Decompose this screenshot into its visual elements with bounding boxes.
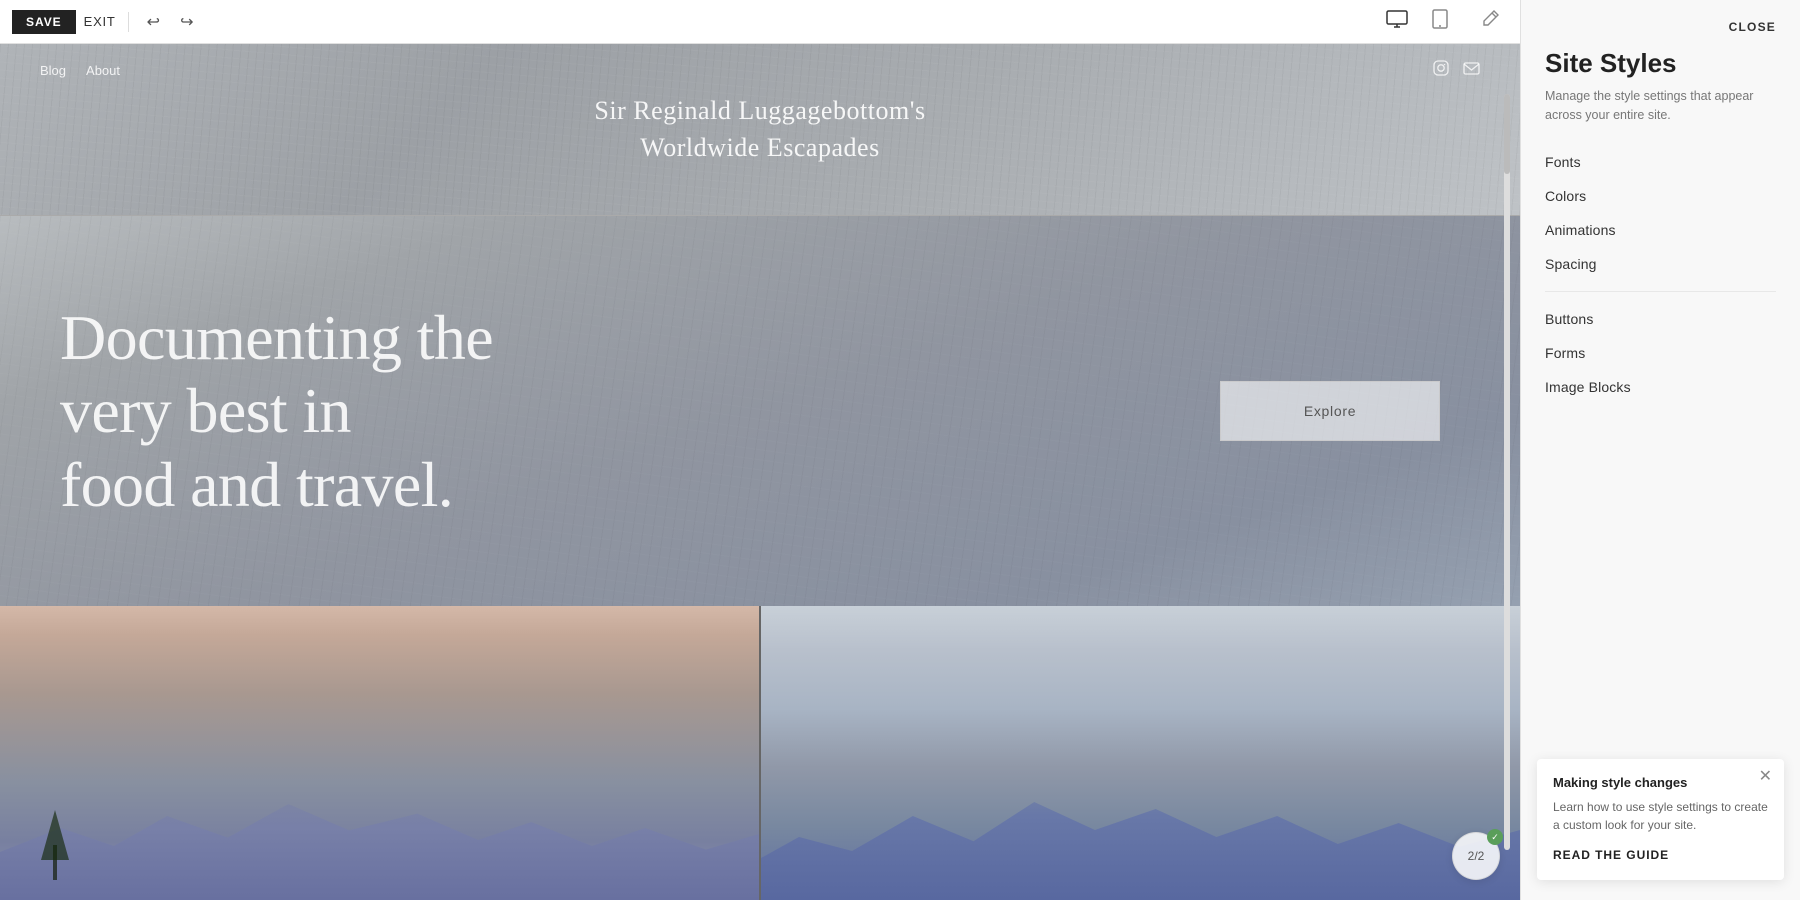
nav-blog[interactable]: Blog <box>40 63 66 78</box>
right-panel: CLOSE Site Styles Manage the style setti… <box>1520 0 1800 900</box>
site-header: Blog About <box>0 44 1520 216</box>
exit-button[interactable]: EXIT <box>84 14 116 29</box>
panel-divider <box>1545 291 1776 292</box>
scroll-thumb <box>1504 94 1510 174</box>
website-preview: Blog About <box>0 44 1520 900</box>
panel-title: Site Styles <box>1545 48 1776 79</box>
scroll-indicator[interactable] <box>1504 94 1510 850</box>
hero-heading: Documenting the very best in food and tr… <box>60 301 560 522</box>
tree-silhouette <box>40 810 70 880</box>
redo-button[interactable]: ↪ <box>174 8 199 36</box>
panel-close-button[interactable]: CLOSE <box>1729 20 1776 34</box>
undo-icon: ↩ <box>147 12 160 32</box>
hero-text: Documenting the very best in food and tr… <box>60 301 560 522</box>
desktop-view-button[interactable] <box>1378 6 1416 37</box>
toolbar-separator <box>128 12 129 32</box>
tablet-icon <box>1432 9 1448 29</box>
tooltip-card: ✕ Making style changes Learn how to use … <box>1537 759 1784 880</box>
desktop-icon <box>1386 10 1408 28</box>
panel-nav: Fonts Colors Animations Spacing Buttons … <box>1521 137 1800 404</box>
nav-item-image-blocks[interactable]: Image Blocks <box>1521 370 1800 404</box>
check-icon: ✓ <box>1487 829 1503 845</box>
grid-image-right <box>759 606 1520 900</box>
pen-tool-button[interactable] <box>1472 5 1508 38</box>
panel-subtitle: Manage the style settings that appear ac… <box>1545 87 1776 125</box>
page-counter-label: 2/2 <box>1468 849 1485 863</box>
page-counter: 2/2 ✓ <box>1452 832 1500 880</box>
tooltip-text: Learn how to use style settings to creat… <box>1553 798 1768 834</box>
redo-icon: ↪ <box>180 12 193 32</box>
tooltip-read-guide-button[interactable]: READ THE GUIDE <box>1553 848 1669 862</box>
nav-item-animations[interactable]: Animations <box>1521 213 1800 247</box>
site-title-heading: Sir Reginald Luggagebottom's Worldwide E… <box>594 93 925 166</box>
explore-button[interactable]: Explore <box>1220 381 1440 441</box>
social-icons <box>1433 60 1480 80</box>
nav-about[interactable]: About <box>86 63 120 78</box>
nav-item-fonts[interactable]: Fonts <box>1521 145 1800 179</box>
pen-icon <box>1480 9 1500 29</box>
email-icon[interactable] <box>1463 62 1480 79</box>
toolbar: SAVE EXIT ↩ ↪ <box>0 0 1520 44</box>
undo-button[interactable]: ↩ <box>141 8 166 36</box>
panel-header: CLOSE <box>1521 0 1800 44</box>
hero-section: Documenting the very best in food and tr… <box>0 216 1520 606</box>
nav-item-colors[interactable]: Colors <box>1521 179 1800 213</box>
save-button[interactable]: SAVE <box>12 10 76 34</box>
tooltip-close-button[interactable]: ✕ <box>1759 769 1772 785</box>
tooltip-title: Making style changes <box>1553 775 1768 790</box>
nav-item-spacing[interactable]: Spacing <box>1521 247 1800 281</box>
nav-item-buttons[interactable]: Buttons <box>1521 302 1800 336</box>
instagram-icon[interactable] <box>1433 60 1449 80</box>
site-title: Sir Reginald Luggagebottom's Worldwide E… <box>594 93 925 166</box>
nav-links: Blog About <box>40 63 120 78</box>
nav-item-forms[interactable]: Forms <box>1521 336 1800 370</box>
grid-image-left <box>0 606 759 900</box>
panel-title-section: Site Styles Manage the style settings th… <box>1521 44 1800 137</box>
tablet-view-button[interactable] <box>1424 5 1456 38</box>
canvas: Blog About <box>0 44 1520 900</box>
image-grid <box>0 606 1520 900</box>
site-nav: Blog About <box>0 44 1520 96</box>
